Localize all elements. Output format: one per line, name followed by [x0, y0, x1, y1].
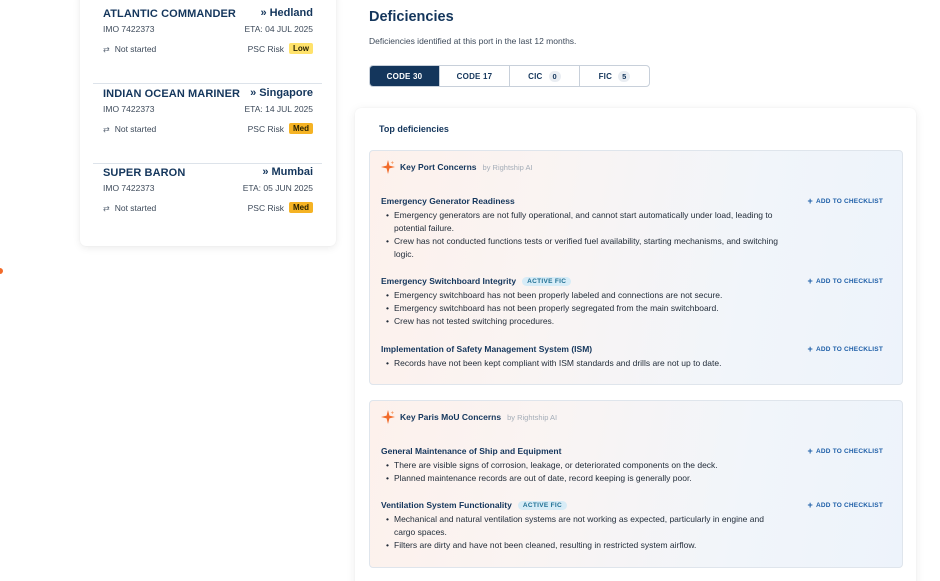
- deficiency-item: Implementation of Safety Management Syst…: [381, 344, 893, 370]
- deficiency-bullets: Emergency switchboard has not been prope…: [381, 289, 786, 328]
- tab-count-badge: 5: [618, 70, 631, 82]
- vessel-destination: » Singapore: [250, 87, 313, 99]
- vessel-item[interactable]: SUPER BARON IMO 7422373 » Mumbai ETA: 05 …: [93, 163, 322, 243]
- tab-cic[interactable]: CIC 0: [509, 66, 579, 86]
- plus-icon: +: [807, 446, 813, 456]
- plus-icon: +: [807, 276, 813, 286]
- add-to-checklist-button[interactable]: + ADD TO CHECKLIST: [808, 446, 883, 456]
- vessel-eta: ETA: 14 JUL 2025: [244, 104, 313, 114]
- deficiency-item: Ventilation System Functionality ACTIVE F…: [381, 500, 893, 552]
- deficiency-item: General Maintenance of Ship and Equipmen…: [381, 446, 893, 485]
- sliders-icon: ⇄: [103, 44, 110, 54]
- bullet-item: Crew has not tested switching procedures…: [381, 315, 786, 328]
- ai-sparkle-icon: [381, 410, 395, 424]
- vessel-list-card: ATLANTIC COMMANDER IMO 7422373 » Hedland …: [80, 0, 336, 246]
- plus-icon: +: [807, 344, 813, 354]
- vessel-eta: ETA: 04 JUL 2025: [244, 24, 313, 34]
- panel-title: Top deficiencies: [379, 124, 449, 134]
- double-chevron-right-icon: »: [250, 87, 257, 99]
- double-chevron-right-icon: »: [260, 7, 267, 19]
- vessel-status: ⇄ Not started: [103, 124, 157, 134]
- group-header: Key Paris MoU Concerns by Rightship AI: [381, 410, 557, 424]
- vessel-name: SUPER BARON: [103, 167, 186, 179]
- deficiency-item: Emergency Switchboard Integrity ACTIVE FI…: [381, 276, 893, 328]
- bullet-item: Planned maintenance records are out of d…: [381, 472, 786, 485]
- deficiency-code-tabs: CODE 30 CODE 17 CIC 0 FIC 5: [369, 65, 650, 87]
- concern-group: Key Paris MoU Concerns by Rightship AI G…: [369, 400, 903, 568]
- sliders-icon: ⇄: [103, 124, 110, 134]
- add-to-checklist-button[interactable]: + ADD TO CHECKLIST: [808, 276, 883, 286]
- vessel-name: INDIAN OCEAN MARINER: [103, 88, 241, 100]
- active-fic-badge: ACTIVE FIC: [522, 276, 572, 286]
- active-fic-badge: ACTIVE FIC: [517, 500, 567, 510]
- bullet-item: Crew has not conducted functions tests o…: [381, 235, 786, 261]
- top-deficiencies-panel: Top deficiencies Key Port Concerns by Ri…: [355, 108, 916, 581]
- tab-code-30[interactable]: CODE 30: [370, 66, 439, 86]
- page-subtitle: Deficiencies identified at this port in …: [369, 36, 577, 46]
- group-title: Key Port Concerns: [400, 162, 477, 172]
- concern-group: Key Port Concerns by Rightship AI Emerge…: [369, 150, 903, 385]
- vessel-imo: IMO 7422373: [103, 183, 155, 193]
- vessel-imo: IMO 7422373: [103, 24, 155, 34]
- psc-risk: PSC Risk Low: [248, 43, 313, 54]
- add-to-checklist-button[interactable]: + ADD TO CHECKLIST: [808, 196, 883, 206]
- vessel-item[interactable]: INDIAN OCEAN MARINER IMO 7422373 » Singap…: [93, 84, 322, 164]
- vessel-imo: IMO 7422373: [103, 104, 155, 114]
- plus-icon: +: [807, 196, 813, 206]
- tab-count-badge: 0: [548, 70, 561, 82]
- bullet-item: Emergency switchboard has not been prope…: [381, 302, 786, 315]
- tab-code-17[interactable]: CODE 17: [439, 66, 509, 86]
- group-header: Key Port Concerns by Rightship AI: [381, 160, 533, 174]
- bullet-item: Emergency switchboard has not been prope…: [381, 289, 786, 302]
- vessel-destination: » Hedland: [260, 7, 313, 19]
- vessel-item[interactable]: ATLANTIC COMMANDER IMO 7422373 » Hedland …: [93, 4, 322, 84]
- plus-icon: +: [807, 500, 813, 510]
- deficiency-bullets: There are visible signs of corrosion, le…: [381, 459, 786, 485]
- psc-risk: PSC Risk Med: [248, 202, 313, 213]
- sliders-icon: ⇄: [103, 203, 110, 213]
- add-to-checklist-button[interactable]: + ADD TO CHECKLIST: [808, 500, 883, 510]
- bullet-item: Emergency generators are not fully opera…: [381, 209, 786, 235]
- vessel-name: ATLANTIC COMMANDER: [103, 8, 236, 20]
- add-to-checklist-button[interactable]: + ADD TO CHECKLIST: [808, 344, 883, 354]
- deficiency-bullets: Mechanical and natural ventilation syste…: [381, 513, 786, 552]
- page-title: Deficiencies: [369, 9, 454, 25]
- group-attribution: by Rightship AI: [507, 412, 558, 422]
- risk-badge: Med: [289, 202, 313, 213]
- ai-sparkle-icon: [381, 160, 395, 174]
- deficiency-item: Emergency Generator Readiness + ADD TO CH…: [381, 196, 893, 261]
- risk-badge: Low: [289, 43, 313, 54]
- edge-indicator-dot: [0, 268, 3, 274]
- bullet-item: Records have not been kept compliant wit…: [381, 357, 786, 370]
- vessel-eta: ETA: 05 JUN 2025: [242, 183, 313, 193]
- group-attribution: by Rightship AI: [482, 162, 533, 172]
- deficiency-bullets: Records have not been kept compliant wit…: [381, 357, 786, 370]
- double-chevron-right-icon: »: [262, 166, 269, 178]
- risk-badge: Med: [289, 123, 313, 134]
- tab-fic[interactable]: FIC 5: [579, 66, 649, 86]
- psc-risk: PSC Risk Med: [248, 123, 313, 134]
- vessel-status: ⇄ Not started: [103, 203, 157, 213]
- vessel-status: ⇄ Not started: [103, 44, 157, 54]
- bullet-item: There are visible signs of corrosion, le…: [381, 459, 786, 472]
- bullet-item: Mechanical and natural ventilation syste…: [381, 513, 786, 539]
- vessel-destination: » Mumbai: [262, 166, 313, 178]
- bullet-item: Filters are dirty and have not been clea…: [381, 539, 786, 552]
- deficiency-bullets: Emergency generators are not fully opera…: [381, 209, 786, 261]
- group-title: Key Paris MoU Concerns: [400, 412, 502, 422]
